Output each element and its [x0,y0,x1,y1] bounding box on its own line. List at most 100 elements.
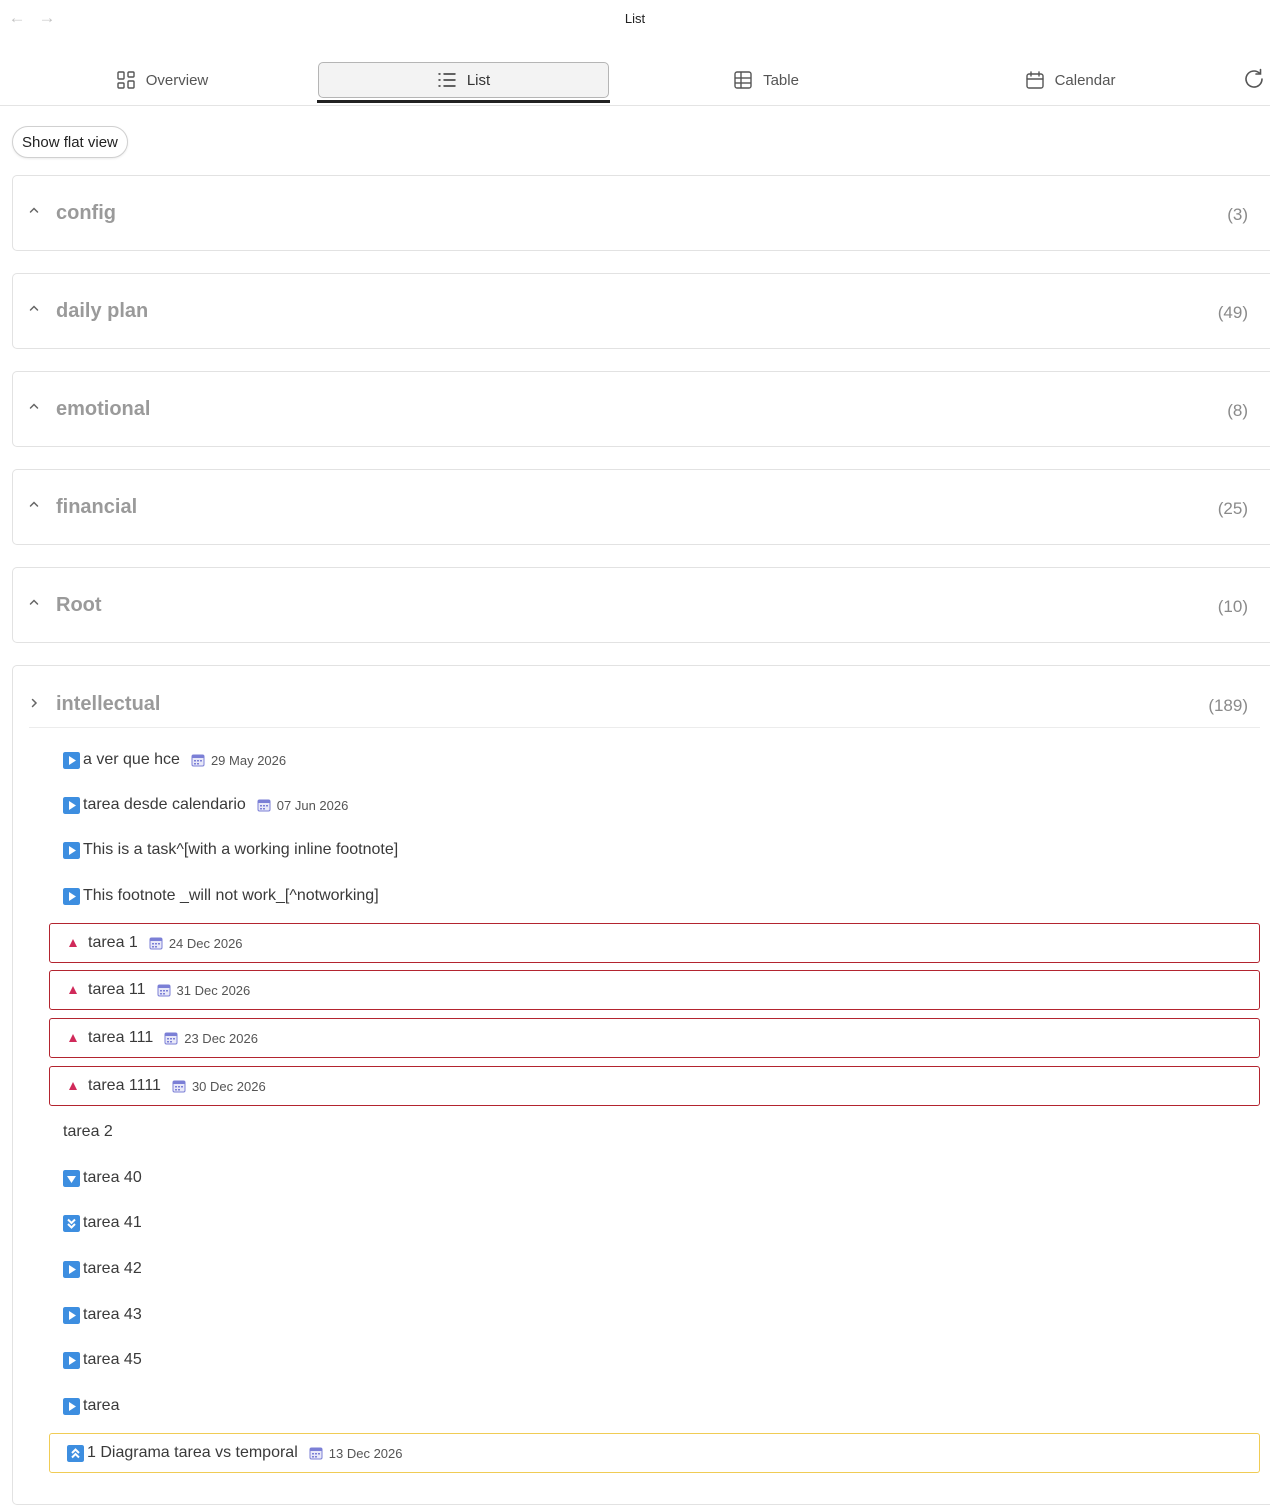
tab-label: Calendar [1054,71,1116,89]
group-title: emotional [56,398,151,420]
task-item-highest-priority[interactable]: 1 Diagrama tarea vs temporal 13 Dec 2026 [49,1433,1260,1473]
task-text: tarea 11 [88,981,146,998]
task-text: tarea desde calendario [83,796,246,813]
task-item[interactable]: tarea 41 [49,1203,1260,1243]
group-daily-plan: daily plan (49) [12,273,1270,349]
due-date: 24 Dec 2026 [168,935,243,951]
divider [29,727,1260,728]
task-item[interactable]: tarea 2 [49,1112,1260,1152]
task-item-high-priority[interactable]: tarea 1111 30 Dec 2026 [49,1066,1260,1106]
chevron-up-icon [29,599,39,605]
task-item[interactable]: This footnote _will not work_[^notworkin… [49,876,1260,916]
group-intellectual: intellectual (189) a ver que hce 29 May … [12,665,1270,1505]
list-icon [438,73,456,87]
refresh-button[interactable] [1242,67,1266,91]
task-text: This footnote _will not work_[^notworkin… [83,887,379,904]
high-priority-icon [69,1034,77,1042]
group-title: financial [56,496,138,518]
medium-priority-icon [63,796,80,814]
medium-priority-icon [63,1306,80,1324]
due-date: 07 Jun 2026 [276,797,349,813]
task-text: tarea 1111 [88,1077,161,1094]
chevron-up-icon [29,403,39,409]
chevron-up-icon [29,501,39,507]
group-header[interactable]: emotional (8) [13,372,1270,446]
task-item[interactable]: tarea desde calendario 07 Jun 2026 [49,785,1260,825]
medium-priority-icon [63,751,80,769]
window-title: List [624,11,646,26]
grid-icon [117,71,135,89]
task-item[interactable]: tarea 40 [49,1158,1260,1198]
group-emotional: emotional (8) [12,371,1270,447]
lowest-priority-icon [63,1214,80,1232]
tab-overview[interactable]: Overview [60,62,264,98]
due-date: 31 Dec 2026 [176,982,251,998]
chevron-up-icon [29,305,39,311]
highest-priority-icon [67,1444,84,1462]
task-item[interactable]: tarea 43 [49,1295,1260,1335]
group-header[interactable]: daily plan (49) [13,274,1270,348]
tab-label: Table [763,71,799,89]
medium-priority-icon [63,841,80,859]
medium-priority-icon [63,1351,80,1369]
task-item-high-priority[interactable]: tarea 1 24 Dec 2026 [49,923,1260,963]
table-icon [734,71,752,89]
group-title: config [56,202,116,224]
medium-priority-icon [63,1260,80,1278]
high-priority-icon [69,986,77,994]
group-count: (189) [1208,696,1248,715]
group-root: Root (10) [12,567,1270,643]
group-count: (25) [1217,499,1248,518]
task-item[interactable]: tarea [49,1386,1260,1426]
task-text: tarea 42 [83,1260,142,1277]
tab-table[interactable]: Table [666,62,866,98]
task-text: tarea [83,1397,120,1414]
task-text: a ver que hce [83,751,180,768]
due-calendar-icon [149,937,163,950]
tab-label: List [466,71,491,89]
task-item[interactable]: This is a task^[with a working inline fo… [49,830,1260,870]
group-header[interactable]: intellectual (189) [13,666,1270,728]
due-calendar-icon [172,1080,186,1093]
chevron-up-icon [29,207,39,213]
due-date: 13 Dec 2026 [328,1445,403,1461]
show-flat-view-button[interactable]: Show flat view [12,126,128,158]
task-item[interactable]: tarea 42 [49,1249,1260,1289]
group-config: config (3) [12,175,1270,251]
group-count: (3) [1227,205,1248,224]
task-text: This is a task^[with a working inline fo… [83,841,399,858]
due-calendar-icon [309,1447,323,1460]
medium-priority-icon [63,887,80,905]
due-date: 23 Dec 2026 [184,1030,258,1046]
task-text: tarea 45 [83,1351,142,1368]
due-date: 29 May 2026 [210,752,287,768]
task-item[interactable]: tarea 45 [49,1340,1260,1380]
task-item-high-priority[interactable]: tarea 11 31 Dec 2026 [49,970,1260,1010]
group-count: (8) [1227,401,1248,420]
group-header[interactable]: financial (25) [13,470,1270,544]
group-title: intellectual [56,693,161,715]
due-calendar-icon [191,754,205,767]
view-tabs: Overview List Table Calendar [0,58,1270,106]
group-title: Root [56,594,102,616]
group-header[interactable]: config (3) [13,176,1270,250]
task-item[interactable]: a ver que hce 29 May 2026 [49,740,1260,780]
group-header[interactable]: Root (10) [13,568,1270,642]
calendar-icon [1025,71,1044,89]
task-text: tarea 40 [83,1169,142,1186]
medium-priority-icon [63,1397,80,1415]
high-priority-icon [69,939,77,947]
group-title: daily plan [56,300,149,322]
task-text: tarea 41 [83,1214,142,1231]
group-count: (10) [1217,597,1248,616]
high-priority-icon [69,1082,77,1090]
due-calendar-icon [157,984,171,997]
tab-calendar[interactable]: Calendar [968,62,1172,98]
due-date: 30 Dec 2026 [191,1078,266,1094]
task-text: tarea 2 [63,1123,113,1140]
task-item-high-priority[interactable]: tarea 111 23 Dec 2026 [49,1018,1260,1058]
task-text: tarea 111 [88,1029,154,1046]
active-tab-indicator [317,100,610,103]
group-financial: financial (25) [12,469,1270,545]
tab-list[interactable]: List [318,62,609,98]
